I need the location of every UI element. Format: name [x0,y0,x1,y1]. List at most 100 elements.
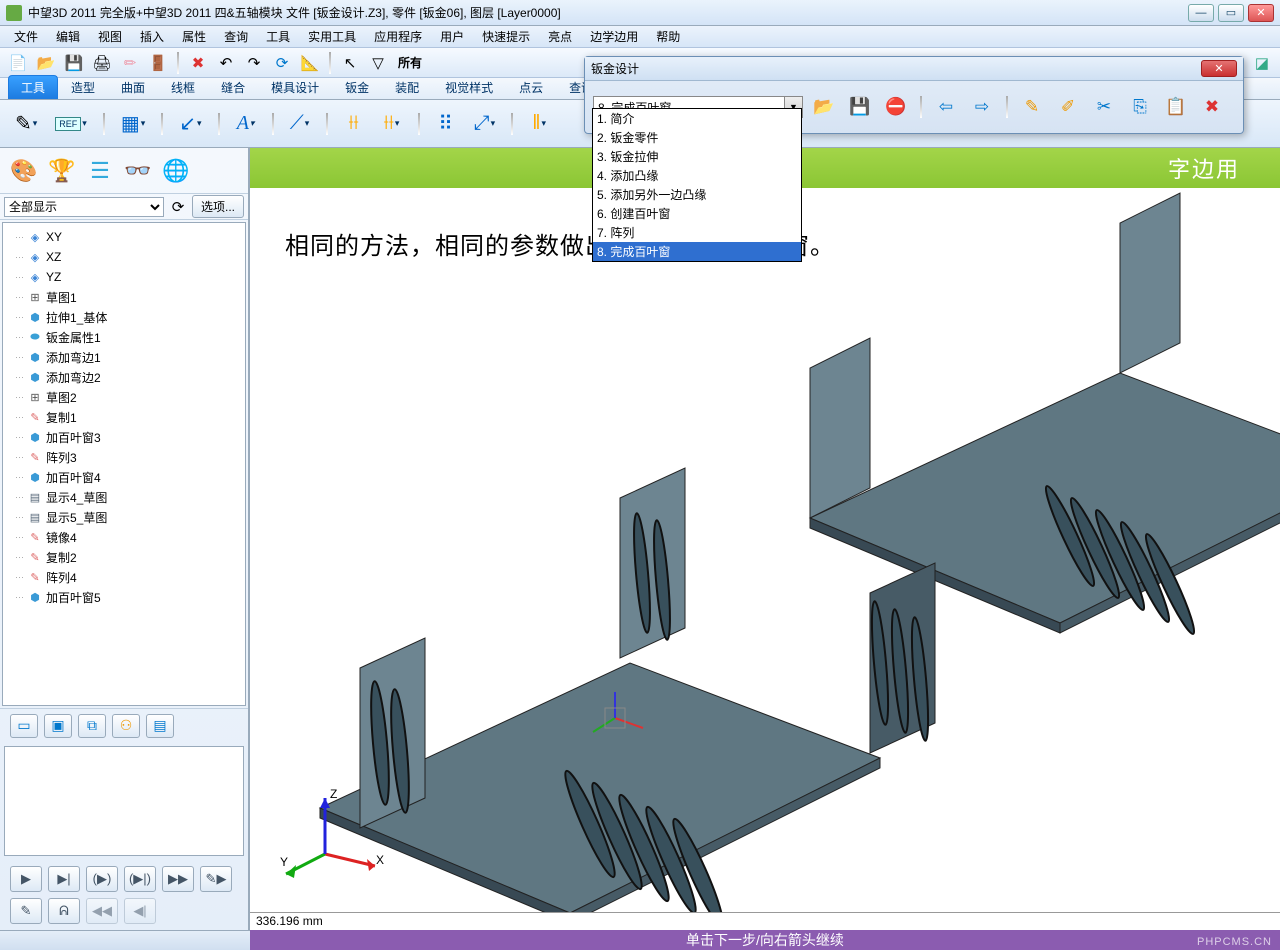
ribtab-曲面[interactable]: 曲面 [108,75,158,99]
pattern-tool-button[interactable]: ⠿ [431,106,461,142]
measure-button[interactable]: 📐 [298,51,322,75]
viewport-3d[interactable]: 字边用 相同的方法，相同的参数做出另外一边的百叶窗。 [250,148,1280,930]
ribtab-点云[interactable]: 点云 [506,75,556,99]
vertical-tool-button[interactable]: ‖▾ [524,106,554,142]
menu-快速提示[interactable]: 快速提示 [474,26,538,47]
tree-node[interactable]: ⋯◈XZ [5,247,243,267]
display-refresh-button[interactable]: ⟳ [168,197,188,217]
play-button[interactable]: ▶ [10,866,42,892]
dropdown-item[interactable]: 4. 添加凸缘 [593,166,801,185]
tree-node[interactable]: ⋯✎复制2 [5,547,243,567]
minimize-button[interactable]: — [1188,4,1214,22]
rewind-button[interactable]: ◀◀ [86,898,118,924]
menu-边学边用[interactable]: 边学边用 [582,26,646,47]
ribtab-钣金[interactable]: 钣金 [332,75,382,99]
tree-tool-2[interactable]: ▣ [44,714,72,738]
erase-button[interactable]: ✏ [118,51,142,75]
dropdown-item[interactable]: 2. 钣金零件 [593,128,801,147]
repeat-button[interactable]: ⟳ [270,51,294,75]
save-button[interactable]: 💾 [62,51,86,75]
print-button[interactable]: 🖨 [90,51,114,75]
tree-node[interactable]: ⋯⬢添加弯边2 [5,367,243,387]
menu-视图[interactable]: 视图 [90,26,130,47]
ribtab-缝合[interactable]: 缝合 [208,75,258,99]
menu-文件[interactable]: 文件 [6,26,46,47]
fw-stop-button[interactable]: ⛔ [881,92,911,122]
fw-delete-button[interactable]: ✖ [1197,92,1227,122]
menu-插入[interactable]: 插入 [132,26,172,47]
tree-node[interactable]: ⋯✎阵列3 [5,447,243,467]
layers-icon[interactable]: ☰ [84,155,116,187]
fw-cut-button[interactable]: ✂ [1089,92,1119,122]
palette-icon[interactable]: 🎨 [8,155,40,187]
sketch-tool-button[interactable]: ✎▾ [10,106,42,142]
ribtab-视觉样式[interactable]: 视觉样式 [432,75,506,99]
step-back-button[interactable]: ◀| [124,898,156,924]
tree-node[interactable]: ⋯⬢加百叶窗4 [5,467,243,487]
tree-node[interactable]: ⋯◈XY [5,227,243,247]
mirror2-tool-button[interactable]: ⟊⟊▾ [377,106,407,142]
menu-帮助[interactable]: 帮助 [648,26,688,47]
menu-属性[interactable]: 属性 [174,26,214,47]
close-button[interactable]: ✕ [1248,4,1274,22]
tree-node[interactable]: ⋯⬢加百叶窗3 [5,427,243,447]
step-dropdown-list[interactable]: 1. 简介2. 钣金零件3. 钣金拉伸4. 添加凸缘5. 添加另外一边凸缘6. … [592,108,802,262]
floatwin-titlebar[interactable]: 钣金设计 ✕ [585,57,1243,81]
open-file-button[interactable]: 📂 [34,51,58,75]
tree-node[interactable]: ⋯✎镜像4 [5,527,243,547]
menu-工具[interactable]: 工具 [258,26,298,47]
tree-node[interactable]: ⋯✎复制1 [5,407,243,427]
dropdown-item[interactable]: 6. 创建百叶窗 [593,204,801,223]
view-cube2-button[interactable]: ◪ [1250,51,1274,75]
tree-tool-5[interactable]: ▤ [146,714,174,738]
tree-node[interactable]: ⋯⬢拉伸1_基体 [5,307,243,327]
fw-save-button[interactable]: 💾 [845,92,875,122]
line-tool-button[interactable]: ↙▾ [174,106,206,142]
dropdown-item[interactable]: 1. 简介 [593,109,801,128]
fw-copy-button[interactable]: ⎘ [1125,92,1155,122]
filter-cursor-icon[interactable]: ↖ [338,51,362,75]
ribtab-造型[interactable]: 造型 [58,75,108,99]
dropdown-item[interactable]: 7. 阵列 [593,223,801,242]
fw-next-button[interactable]: ⇨ [967,92,997,122]
curve-tool-button[interactable]: ⟋▾ [285,106,315,142]
tree-node[interactable]: ⋯▤显示5_草图 [5,507,243,527]
ref-button[interactable]: REF▾ [50,106,92,142]
trophy-icon[interactable]: 🏆 [46,155,78,187]
menu-应用程序[interactable]: 应用程序 [366,26,430,47]
menu-编辑[interactable]: 编辑 [48,26,88,47]
cancel-button[interactable]: ✖ [186,51,210,75]
run-edit-button[interactable]: ᕱ [48,898,80,924]
filter-funnel-icon[interactable]: ▽ [366,51,390,75]
dropdown-item[interactable]: 3. 钣金拉伸 [593,147,801,166]
tree-tool-3[interactable]: ⧉ [78,714,106,738]
fast-fwd-button[interactable]: ▶▶ [162,866,194,892]
tree-node[interactable]: ⋯⊞草图1 [5,287,243,307]
loop-end-button[interactable]: (▶|) [124,866,156,892]
ribtab-装配[interactable]: 装配 [382,75,432,99]
redo-button[interactable]: ↷ [242,51,266,75]
menu-实用工具[interactable]: 实用工具 [300,26,364,47]
maximize-button[interactable]: ▭ [1218,4,1244,22]
mirror-tool-button[interactable]: ⟊⟊ [339,106,369,142]
grid-button[interactable]: ▦▾ [116,106,150,142]
tree-tool-4[interactable]: ⚇ [112,714,140,738]
tree-node[interactable]: ⋯✎阵列4 [5,567,243,587]
edit-button[interactable]: ✎ [10,898,42,924]
globe-icon[interactable]: 🌐 [160,155,192,187]
tree-node[interactable]: ⋯⬢添加弯边1 [5,347,243,367]
edit-play-button[interactable]: ✎▶ [200,866,232,892]
menu-用户[interactable]: 用户 [432,26,472,47]
fw-edit2-button[interactable]: ✐ [1053,92,1083,122]
floatwin-close-button[interactable]: ✕ [1201,60,1237,77]
step-fwd-button[interactable]: ▶| [48,866,80,892]
exit-button[interactable]: 🚪 [146,51,170,75]
tree-node[interactable]: ⋯⬬钣金属性1 [5,327,243,347]
feature-tree[interactable]: ⋯◈XY⋯◈XZ⋯◈YZ⋯⊞草图1⋯⬢拉伸1_基体⋯⬬钣金属性1⋯⬢添加弯边1⋯… [2,222,246,706]
ribtab-模具设计[interactable]: 模具设计 [258,75,332,99]
menu-查询[interactable]: 查询 [216,26,256,47]
text-tool-button[interactable]: A▾ [231,106,261,142]
options-button[interactable]: 选项... [192,195,244,218]
fw-prev-button[interactable]: ⇦ [931,92,961,122]
tree-tool-1[interactable]: ▭ [10,714,38,738]
